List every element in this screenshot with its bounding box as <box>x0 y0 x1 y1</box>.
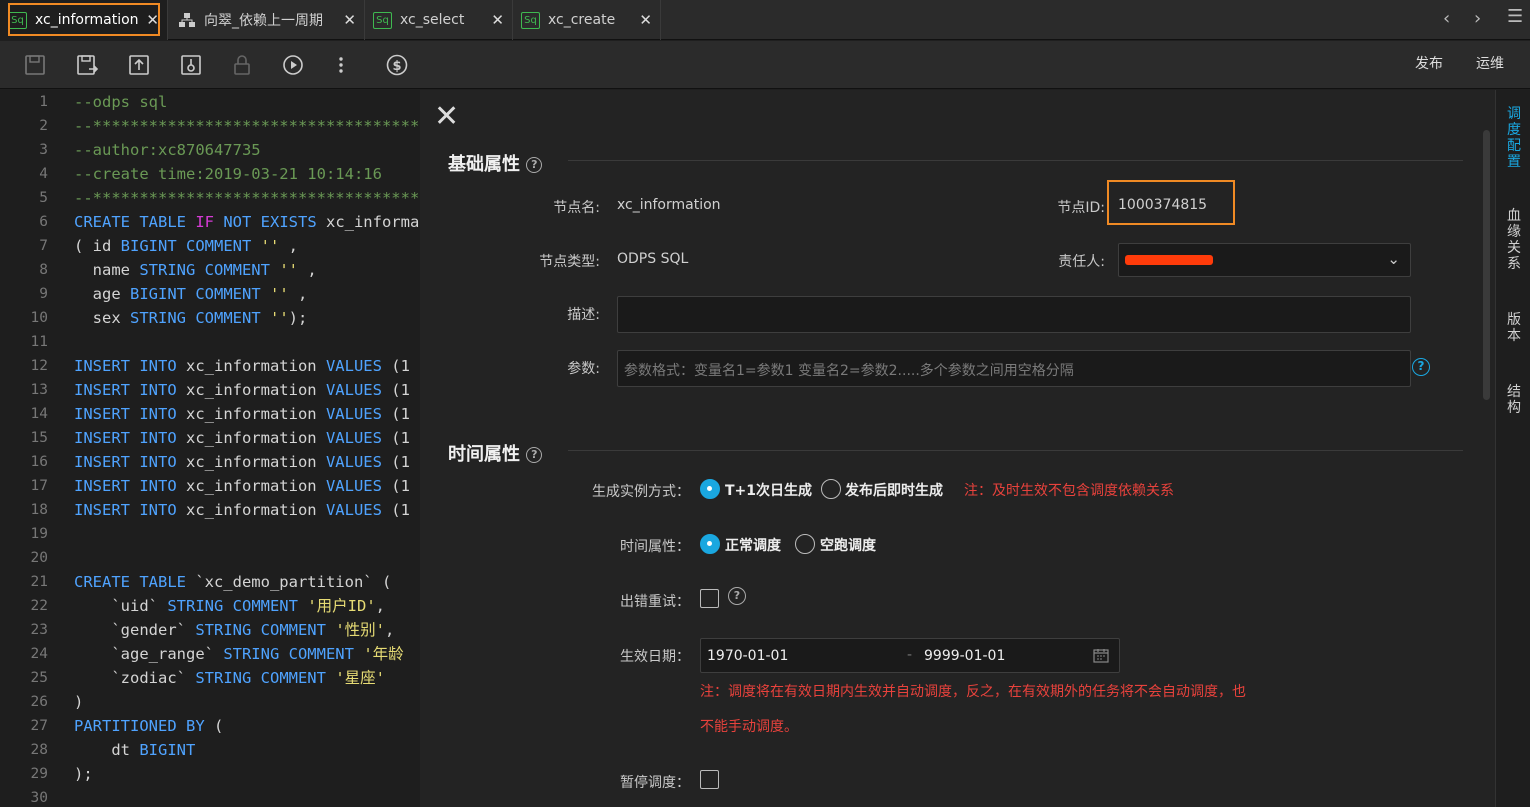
ops-button[interactable]: 运维 <box>1476 53 1504 73</box>
date-note-line2: 不能手动调度。 <box>700 719 798 735</box>
description-input[interactable] <box>617 296 1411 333</box>
sql-file-icon: Sq <box>373 11 392 29</box>
basic-properties-title: 基础属性 ? <box>448 150 543 176</box>
submit-icon[interactable] <box>127 53 151 77</box>
chevron-down-icon: ⌄ <box>1387 250 1400 268</box>
params-input[interactable]: 参数格式：变量名1=参数1 变量名2=参数2.....多个参数之间用空格分隔 <box>617 350 1411 387</box>
tab-label: xc_select <box>400 12 465 28</box>
node-id-label: 节点ID: <box>1057 200 1105 216</box>
node-name-value: xc_information <box>617 197 721 213</box>
highlight-box <box>1107 180 1235 225</box>
time-properties-title: 时间属性 ? <box>448 440 543 466</box>
owner-select[interactable]: ⌄ <box>1118 243 1411 277</box>
svg-text:$: $ <box>392 59 401 74</box>
owner-label: 责任人: <box>1058 254 1105 270</box>
save-icon[interactable] <box>23 53 47 77</box>
right-sidebar: 调度配置 血缘关系 版本 结构 <box>1495 90 1530 807</box>
close-icon[interactable]: ✕ <box>639 11 652 29</box>
instance-gen-label: 生成实例方式： <box>592 484 690 500</box>
radio-t-plus-1[interactable] <box>700 479 720 499</box>
tab-label: xc_create <box>548 12 616 28</box>
date-end[interactable]: 9999-01-01 <box>924 648 1005 664</box>
node-type-label: 节点类型: <box>539 254 600 270</box>
more-icon[interactable] <box>329 53 353 77</box>
panel-scrollbar[interactable] <box>1483 130 1490 400</box>
effective-date-label: 生效日期： <box>620 649 690 665</box>
divider <box>568 160 1463 161</box>
tab-xc-create[interactable]: Sq xc_create ✕ <box>513 0 661 40</box>
calendar-icon <box>1093 648 1109 663</box>
radio-dry-run[interactable] <box>795 534 815 554</box>
tab-lineage[interactable]: 血缘关系 <box>1506 208 1522 272</box>
tab-dependency[interactable]: 向翠_依赖上一周期 ✕ <box>168 0 365 40</box>
date-range-picker[interactable]: 1970-01-01 - 9999-01-01 <box>700 638 1120 673</box>
highlight-box <box>8 3 160 36</box>
help-icon[interactable]: ? <box>526 447 543 463</box>
steal-lock-icon[interactable] <box>179 53 203 77</box>
node-type-value: ODPS SQL <box>617 251 689 267</box>
date-note-line1: 注：调度将在有效日期内生效并自动调度，反之，在有效期外的任务将不会自动调度，也 <box>700 684 1246 700</box>
retry-label: 出错重试： <box>620 594 690 610</box>
radio-immediate[interactable] <box>821 479 841 499</box>
run-icon[interactable] <box>281 53 305 77</box>
close-panel-button[interactable]: ✕ <box>434 102 459 132</box>
radio-t-plus-1-label[interactable]: T+1次日生成 <box>725 480 812 500</box>
line-number: 11 <box>30 334 48 350</box>
radio-normal-schedule[interactable] <box>700 534 720 554</box>
chevron-right-icon[interactable]: › <box>1474 8 1481 29</box>
tab-bar: Sq xc_information ✕ 向翠_依赖上一周期 ✕ Sq xc_se… <box>0 0 1530 40</box>
close-icon[interactable]: ✕ <box>491 11 504 29</box>
radio-dry-run-label[interactable]: 空跑调度 <box>820 535 876 555</box>
help-icon[interactable]: ? <box>526 157 543 173</box>
retry-checkbox[interactable] <box>700 589 719 608</box>
schedule-config-panel: ✕ 基础属性 ? 节点名: xc_information 节点ID: 10003… <box>420 90 1495 807</box>
help-icon[interactable]: ? <box>728 587 746 605</box>
tab-schedule-config[interactable]: 调度配置 <box>1506 106 1522 170</box>
line-number: 19 <box>30 526 48 542</box>
close-icon[interactable]: ✕ <box>343 11 356 29</box>
line-number: 30 <box>30 790 48 806</box>
workflow-icon <box>178 12 196 28</box>
save-as-icon[interactable] <box>75 53 99 77</box>
tab-label: 向翠_依赖上一周期 <box>204 13 323 29</box>
radio-normal-schedule-label[interactable]: 正常调度 <box>725 535 781 555</box>
code-editor[interactable]: 1 2 3 4 5 6 7 8 9 10 11 12 13 14 15 16 17 18 19 20 21 22 23 24 2… <box>0 90 420 807</box>
time-attr-label: 时间属性： <box>620 539 690 555</box>
description-label: 描述: <box>567 307 600 323</box>
params-placeholder: 参数格式：变量名1=参数1 变量名2=参数2.....多个参数之间用空格分隔 <box>624 363 1074 379</box>
publish-button[interactable]: 发布 <box>1415 53 1443 73</box>
radio-immediate-label[interactable]: 发布后即时生成 <box>845 480 943 500</box>
tab-xc-select[interactable]: Sq xc_select ✕ <box>365 0 513 40</box>
tab-structure[interactable]: 结构 <box>1506 384 1522 416</box>
divider <box>568 450 1463 451</box>
params-label: 参数: <box>567 361 600 377</box>
chevron-left-icon[interactable]: ‹ <box>1443 8 1450 29</box>
toolbar: $ 发布 运维 <box>0 41 1530 89</box>
node-name-label: 节点名: <box>553 200 600 216</box>
instance-gen-note: 注：及时生效不包含调度依赖关系 <box>964 483 1174 499</box>
pause-checkbox[interactable] <box>700 770 719 789</box>
date-start[interactable]: 1970-01-01 <box>707 648 788 664</box>
sql-file-icon: Sq <box>521 11 540 29</box>
date-separator: - <box>907 647 913 663</box>
tab-version[interactable]: 版本 <box>1506 312 1522 344</box>
menu-icon[interactable]: ☰ <box>1507 6 1523 27</box>
help-icon[interactable]: ? <box>1412 358 1430 376</box>
pause-label: 暂停调度： <box>620 775 690 791</box>
redacted-mark <box>1125 255 1213 265</box>
lock-icon[interactable] <box>230 53 254 77</box>
cost-estimate-icon[interactable]: $ <box>385 53 409 77</box>
line-number: 20 <box>30 550 48 566</box>
